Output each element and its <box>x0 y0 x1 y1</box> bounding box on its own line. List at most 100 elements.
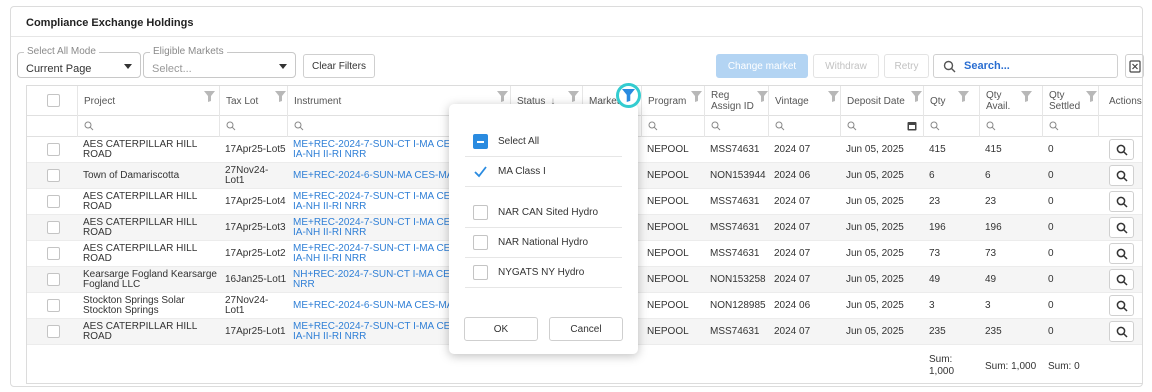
select-all-mode-dropdown[interactable]: Select All Mode Current Page <box>17 46 141 78</box>
filter-option[interactable]: NYGATS NY Hydro <box>465 258 622 288</box>
search-icon <box>943 60 956 73</box>
filter-icon[interactable] <box>757 91 768 102</box>
column-header-qty[interactable]: Qty <box>923 86 953 116</box>
view-details-button[interactable] <box>1109 139 1134 160</box>
row-checkbox[interactable] <box>47 221 60 234</box>
option-checkbox[interactable] <box>473 134 488 149</box>
row-checkbox[interactable] <box>47 143 60 156</box>
row-checkbox[interactable] <box>47 169 60 182</box>
cell-vintage: 2024 07 <box>774 274 811 285</box>
cell-taxlot: 17Apr25-Lot2 <box>225 248 286 259</box>
filter-cell[interactable] <box>1042 116 1059 137</box>
cell-reg: NON128985 <box>710 300 766 311</box>
select-all-checkbox[interactable] <box>47 94 60 107</box>
ok-button[interactable]: OK <box>464 317 538 341</box>
cell-qty: 3 <box>929 300 935 311</box>
filter-icon[interactable] <box>1021 91 1032 102</box>
cell-reg: MSS74631 <box>710 222 760 233</box>
qty-avail-sum: Sum: 1,000 <box>985 361 1037 372</box>
cell-avail: 49 <box>985 274 997 285</box>
cell-deposit: Jun 05, 2025 <box>846 248 904 259</box>
cell-taxlot: 16Jan25-Lot1 <box>225 274 287 285</box>
view-details-button[interactable] <box>1109 321 1134 342</box>
column-header-actions: Actions <box>1098 86 1142 116</box>
option-checkbox[interactable] <box>473 205 488 220</box>
filter-icon[interactable] <box>204 91 215 102</box>
filter-cell[interactable] <box>923 116 940 137</box>
row-checkbox[interactable] <box>47 273 60 286</box>
row-checkbox[interactable] <box>47 195 60 208</box>
filter-icon[interactable] <box>911 91 922 102</box>
calendar-icon[interactable] <box>907 121 917 131</box>
filter-icon[interactable] <box>1086 91 1097 102</box>
eligible-markets-dropdown[interactable]: Eligible Markets Select... <box>143 46 296 78</box>
date-filter-cell[interactable] <box>840 116 923 137</box>
filter-cell[interactable] <box>641 116 658 137</box>
cell-project: Stockton Springs Solar Stockton Springs <box>83 295 185 316</box>
qty-sum: Sum: 1,000 <box>929 354 955 377</box>
excel-export-icon <box>1129 60 1141 73</box>
cancel-button[interactable]: Cancel <box>549 317 623 341</box>
row-checkbox[interactable] <box>47 325 60 338</box>
option-checkbox[interactable] <box>473 164 488 179</box>
view-details-button[interactable] <box>1109 165 1134 186</box>
search-icon <box>1116 144 1128 156</box>
view-details-button[interactable] <box>1109 269 1134 290</box>
cell-program: NEPOOL <box>647 144 689 155</box>
cell-qty: 415 <box>929 144 946 155</box>
filter-icon[interactable] <box>568 91 579 102</box>
search-placeholder: Search... <box>964 60 1010 72</box>
market-filter-active-icon[interactable] <box>616 83 641 108</box>
change-market-button[interactable]: Change market <box>716 54 808 78</box>
cell-program: NEPOOL <box>647 326 689 337</box>
filter-icon[interactable] <box>497 91 508 102</box>
cell-taxlot: 17Apr25-Lot4 <box>225 196 286 207</box>
chevron-down-icon <box>124 64 132 69</box>
view-details-button[interactable] <box>1109 191 1134 212</box>
cell-program: NEPOOL <box>647 300 689 311</box>
view-details-button[interactable] <box>1109 217 1134 238</box>
export-excel-button[interactable] <box>1125 54 1144 78</box>
row-checkbox[interactable] <box>47 299 60 312</box>
option-checkbox[interactable] <box>473 235 488 250</box>
filter-option[interactable]: NAR National Hydro <box>465 228 622 258</box>
row-checkbox[interactable] <box>47 247 60 260</box>
cell-settled: 0 <box>1048 248 1054 259</box>
filter-option[interactable]: Select All <box>465 127 622 157</box>
view-details-button[interactable] <box>1109 295 1134 316</box>
filter-cell[interactable] <box>704 116 721 137</box>
filter-cell[interactable] <box>979 116 996 137</box>
filter-cell[interactable] <box>219 116 236 137</box>
cell-avail: 23 <box>985 196 997 207</box>
option-checkbox[interactable] <box>473 265 488 280</box>
cell-project: AES CATERPILLAR HILL ROAD <box>83 217 197 238</box>
filter-icon[interactable] <box>958 91 969 102</box>
column-header-vintage[interactable]: Vintage <box>768 86 832 116</box>
clear-filters-button[interactable]: Clear Filters <box>303 54 375 78</box>
view-details-button[interactable] <box>1109 243 1134 264</box>
cell-qty: 73 <box>929 248 941 259</box>
retry-button[interactable]: Retry <box>884 54 929 78</box>
filter-cell[interactable] <box>77 116 94 137</box>
search-input[interactable]: Search... <box>933 54 1118 78</box>
search-icon <box>775 121 785 131</box>
search-icon <box>711 121 721 131</box>
cell-settled: 0 <box>1048 144 1054 155</box>
filter-cell[interactable] <box>768 116 785 137</box>
option-label: NYGATS NY Hydro <box>498 267 585 278</box>
cell-taxlot: 17Apr25-Lot1 <box>225 326 286 337</box>
cell-project: AES CATERPILLAR HILL ROAD <box>83 243 197 264</box>
search-icon <box>847 121 857 131</box>
cell-taxlot: 17Apr25-Lot3 <box>225 222 286 233</box>
filter-cell[interactable] <box>287 116 304 137</box>
filter-icon[interactable] <box>691 91 702 102</box>
filter-option[interactable]: NAR CAN Sited Hydro <box>465 198 622 228</box>
withdraw-button[interactable]: Withdraw <box>813 54 879 78</box>
filter-icon[interactable] <box>828 91 839 102</box>
cell-program: NEPOOL <box>647 222 689 233</box>
cell-settled: 0 <box>1048 222 1054 233</box>
filter-icon[interactable] <box>275 91 286 102</box>
filter-option[interactable]: MA Class I <box>465 157 622 187</box>
option-label: MA Class I <box>498 166 546 177</box>
search-icon <box>1116 248 1128 260</box>
